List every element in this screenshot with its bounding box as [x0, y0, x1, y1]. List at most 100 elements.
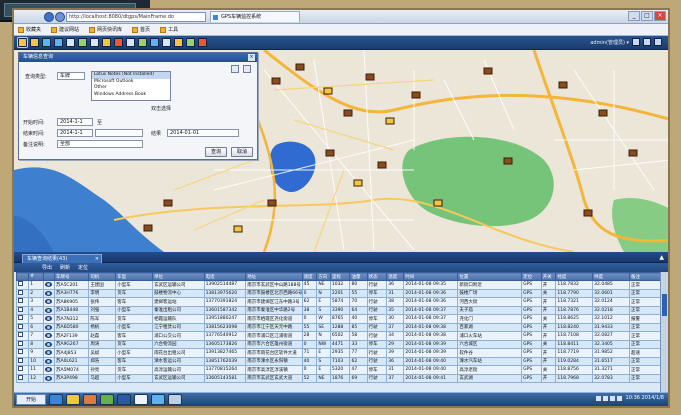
minimize-button[interactable]: _: [628, 11, 640, 21]
area-icon[interactable]: [90, 38, 99, 47]
vehicle-marker[interactable]: [385, 117, 395, 125]
column-header[interactable]: 纬度: [592, 272, 630, 281]
column-header[interactable]: [42, 272, 55, 281]
column-header[interactable]: 速度: [301, 272, 318, 281]
refresh-button[interactable]: 刷新: [60, 264, 70, 271]
list-option[interactable]: Windows Address Book: [92, 92, 170, 99]
table-row[interactable]: 1 苏A5C201 王建国 小型车 玄武区运输公司 13902514487 南京市玄武区中山…: [15, 280, 663, 290]
remark-select[interactable]: 全部: [57, 140, 143, 148]
row-checkbox[interactable]: [18, 281, 23, 287]
favorites-item[interactable]: 网页快讯库: [89, 26, 122, 33]
ie-icon[interactable]: [49, 394, 63, 405]
to-extra-field[interactable]: [95, 129, 143, 137]
vehicle-marker[interactable]: [267, 199, 277, 207]
back-icon[interactable]: [44, 12, 54, 22]
query-button[interactable]: 查询: [205, 147, 227, 157]
vehicle-marker[interactable]: [271, 77, 281, 85]
results-tab[interactable]: 车辆查询结果(43) ×: [22, 254, 102, 263]
vehicle-marker[interactable]: [233, 225, 243, 233]
table-row[interactable]: 9 苏A4J853 吴斌 小型车 雨花台出租公司 13913827465 南京市雨花台区软件…: [15, 348, 663, 358]
result-field[interactable]: 2014-01-01: [167, 129, 239, 137]
vehicle-marker[interactable]: [433, 199, 443, 207]
column-header[interactable]: 单位: [152, 272, 205, 281]
vehicle-marker[interactable]: [583, 209, 593, 217]
column-header[interactable]: #: [28, 272, 44, 281]
table-row[interactable]: 6 苏A6D580 杨帆 小型车 江宁租赁公司 13815623098 南京市江宁区天元中路…: [15, 322, 663, 332]
column-header[interactable]: 定位: [521, 272, 542, 281]
media-icon[interactable]: [100, 394, 114, 405]
alarm-icon[interactable]: [114, 38, 123, 47]
browser-tab[interactable]: GPS车辆监控系统: [210, 11, 300, 22]
vehicle-marker[interactable]: [353, 179, 363, 187]
view-eye-icon[interactable]: [44, 333, 52, 339]
column-header[interactable]: 油量: [349, 272, 368, 281]
view-eye-icon[interactable]: [44, 324, 52, 330]
vehicle-marker[interactable]: [295, 63, 305, 71]
copy-icon[interactable]: [231, 65, 239, 73]
tray-icon[interactable]: [602, 395, 608, 401]
tray-icon[interactable]: [609, 395, 615, 401]
row-checkbox[interactable]: [18, 298, 23, 304]
refresh-icon[interactable]: [186, 38, 195, 47]
vehicle-marker[interactable]: [163, 199, 173, 207]
row-checkbox[interactable]: [18, 289, 23, 295]
message-icon[interactable]: [138, 38, 147, 47]
user-info[interactable]: admin(管理员) ▾: [590, 39, 629, 46]
row-checkbox[interactable]: [18, 366, 23, 372]
track-icon[interactable]: [78, 38, 87, 47]
export-button[interactable]: 导出: [42, 264, 52, 271]
table-row[interactable]: 10 苏A0L621 郑浩 客车 溧水客运公司 13851762039 南京市溧水区永阳镇 4…: [15, 356, 663, 366]
video-icon[interactable]: [150, 38, 159, 47]
vehicle-marker[interactable]: [628, 149, 638, 157]
table-row[interactable]: 7 苏A2F139 赵磊 客车 浦口公交公司 13776540912 南京市浦口区江浦街道 2…: [15, 331, 663, 341]
vehicle-marker[interactable]: [598, 109, 608, 117]
favorites-item[interactable]: 建议网站: [51, 26, 79, 33]
view-eye-icon[interactable]: [44, 290, 52, 296]
column-header[interactable]: 电话: [203, 272, 247, 281]
chrome-icon[interactable]: [134, 394, 148, 405]
column-header[interactable]: 司机: [88, 272, 117, 281]
zoom-out-icon[interactable]: [54, 38, 63, 47]
to-date-field[interactable]: 2014-1-1: [57, 129, 93, 137]
pan-icon[interactable]: [30, 38, 39, 47]
lock-icon[interactable]: [643, 38, 651, 46]
contact-listbox[interactable]: Lotus Notes (Not Installed) Microsoft Ou…: [91, 71, 171, 101]
vehicle-marker[interactable]: [377, 161, 387, 169]
column-header[interactable]: [15, 272, 30, 281]
forward-icon[interactable]: [55, 12, 65, 22]
cancel-button[interactable]: 取消: [231, 147, 253, 157]
view-eye-icon[interactable]: [44, 307, 52, 313]
column-header[interactable]: 状态: [366, 272, 388, 281]
row-checkbox[interactable]: [18, 357, 23, 363]
table-row[interactable]: 4 苏A1B448 刘强 小型车 秦淮出租公司 13601587342 南京市秦淮区中华路2…: [15, 305, 663, 315]
refresh-icon[interactable]: [243, 65, 251, 73]
vehicle-icon[interactable]: [102, 38, 111, 47]
scrollbar-thumb[interactable]: [662, 294, 667, 316]
folder-icon[interactable]: [66, 394, 80, 405]
dialog-close-button[interactable]: ×: [248, 54, 255, 61]
help-icon[interactable]: [198, 38, 207, 47]
address-bar[interactable]: http://localhost:8080/dtgps/MainFrame.do: [66, 11, 206, 22]
vehicle-marker[interactable]: [483, 67, 493, 75]
view-eye-icon[interactable]: [44, 282, 52, 288]
column-header[interactable]: 地址: [245, 272, 303, 281]
vehicle-marker[interactable]: [411, 91, 421, 99]
vehicle-marker[interactable]: [343, 109, 353, 117]
select-icon[interactable]: [17, 37, 28, 48]
table-row[interactable]: 11 苏A5M074 孙亮 货车 高淳运输公司 13770815264 南京市高淳区淳溪镇 0…: [15, 365, 663, 375]
column-header[interactable]: 里程: [329, 272, 351, 281]
vehicle-marker[interactable]: [503, 157, 513, 165]
column-header[interactable]: 温度: [386, 272, 405, 281]
vehicle-marker[interactable]: [323, 87, 333, 95]
column-header[interactable]: 备注: [628, 272, 663, 281]
table-row[interactable]: 12 苏A3P498 马超 小型车 玄武区运输公司 13605143581 南京市玄武区玄武…: [15, 373, 663, 383]
network-icon[interactable]: [151, 394, 165, 405]
column-header[interactable]: 车型: [115, 272, 154, 281]
view-eye-icon[interactable]: [44, 299, 52, 305]
row-checkbox[interactable]: [18, 315, 23, 321]
tray-icon[interactable]: [595, 395, 601, 401]
view-eye-icon[interactable]: [44, 367, 52, 373]
exit-icon[interactable]: [632, 38, 640, 46]
gear-icon[interactable]: [654, 38, 662, 46]
column-header[interactable]: 车牌号: [53, 272, 90, 281]
